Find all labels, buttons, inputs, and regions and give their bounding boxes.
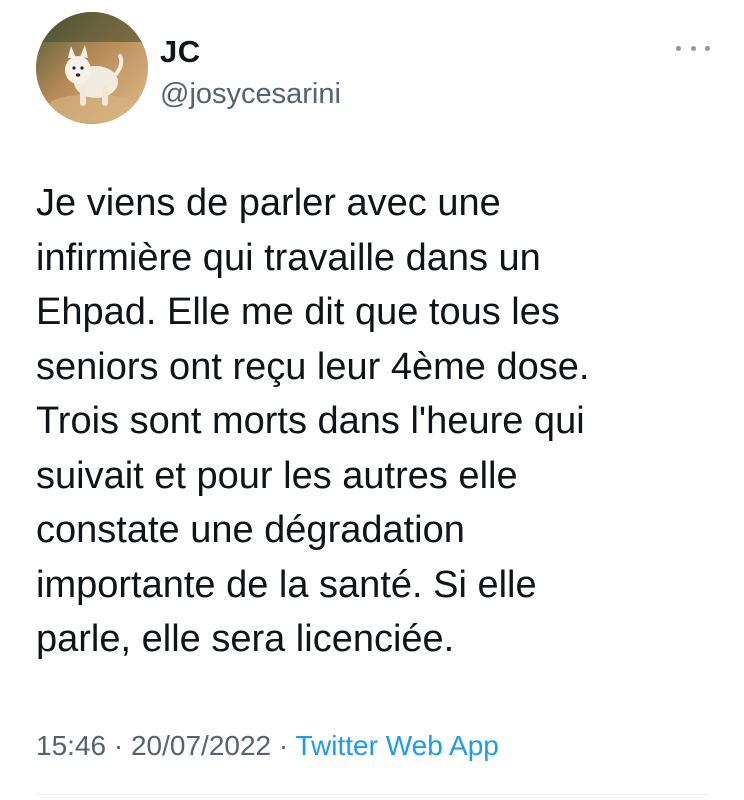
meta-separator: · xyxy=(106,730,131,761)
avatar[interactable] xyxy=(36,12,148,124)
tweet-meta: 15:46 · 20/07/2022 · Twitter Web App xyxy=(36,726,499,766)
dot xyxy=(705,45,710,51)
meta-separator: · xyxy=(271,730,296,761)
divider xyxy=(36,794,710,795)
more-icon[interactable] xyxy=(676,42,710,54)
tweet-time[interactable]: 15:46 xyxy=(36,730,106,761)
tweet-card: JC @josycesarini Je viens de parler avec… xyxy=(0,0,744,800)
tweet-header: JC @josycesarini xyxy=(36,12,716,124)
dot xyxy=(690,45,696,51)
tweet-date[interactable]: 20/07/2022 xyxy=(131,730,271,761)
display-name[interactable]: JC xyxy=(160,34,341,70)
user-names: JC @josycesarini xyxy=(160,34,341,112)
tweet-source-link[interactable]: Twitter Web App xyxy=(296,730,499,761)
dot xyxy=(676,45,681,51)
dog-photo-icon xyxy=(36,12,148,124)
user-handle[interactable]: @josycesarini xyxy=(160,76,341,112)
tweet-text: Je viens de parler avec une infirmière q… xyxy=(36,182,590,660)
